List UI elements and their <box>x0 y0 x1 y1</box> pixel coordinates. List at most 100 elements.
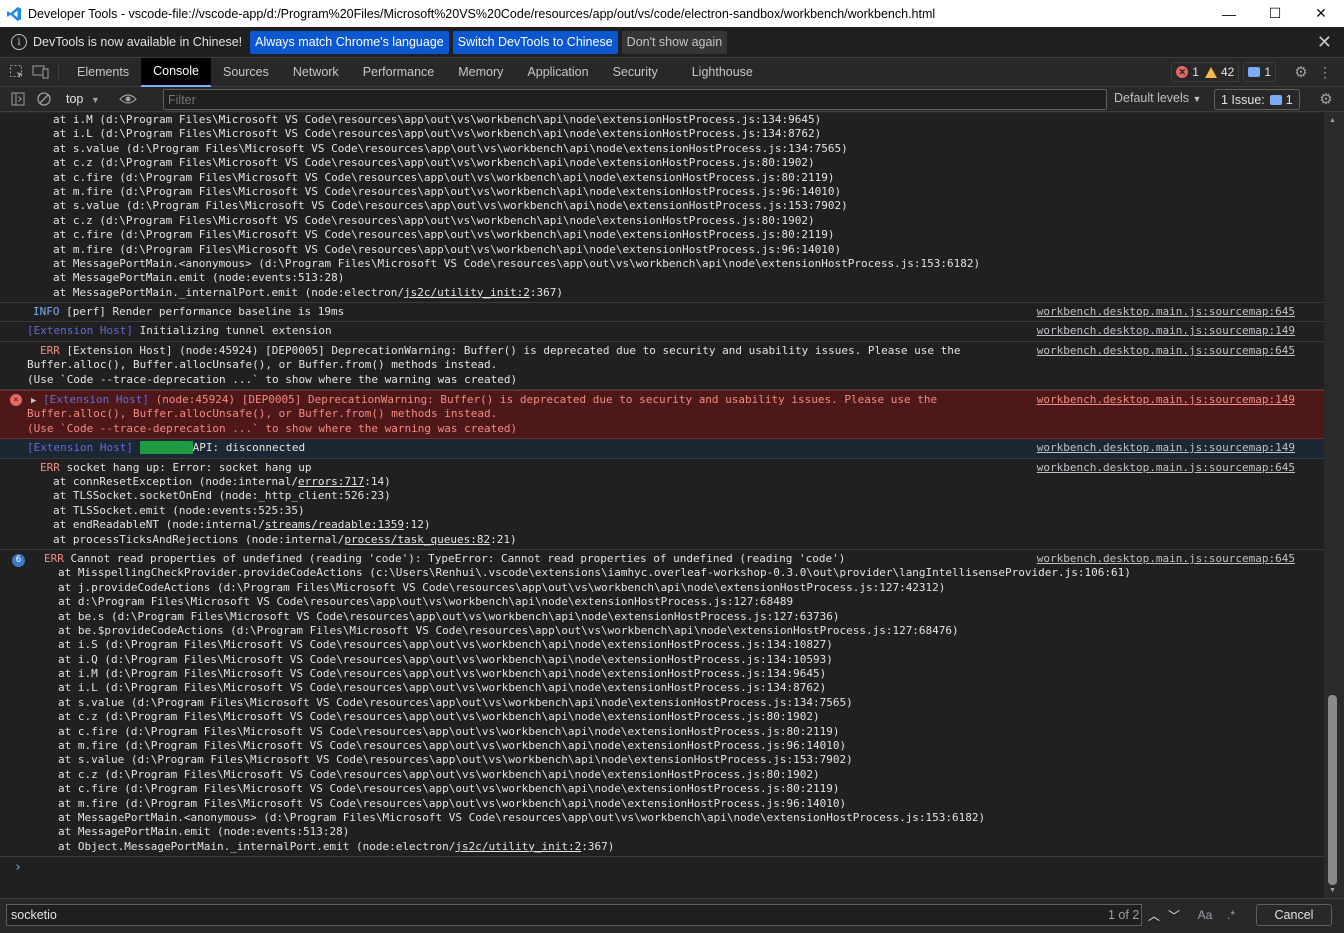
stack-line: at c.z (d:\Program Files\Microsoft VS Co… <box>53 156 815 170</box>
stack-line: at be.$provideCodeActions (d:\Program Fi… <box>58 623 959 637</box>
console-settings-gear-icon[interactable]: ⚙ <box>1316 89 1336 109</box>
minimize-button[interactable]: — <box>1206 0 1252 27</box>
stack-line: at m.fire (d:\Program Files\Microsoft VS… <box>53 184 842 198</box>
stack-line: at m.fire (d:\Program Files\Microsoft VS… <box>58 796 847 810</box>
info-icon: i <box>11 34 27 50</box>
source-link[interactable]: workbench.desktop.main.js:sourcemap:149 <box>1037 324 1295 337</box>
match-count: 1 of 2 <box>1108 908 1140 922</box>
extension-host-tag: [Extension Host] <box>43 393 150 407</box>
source-link[interactable]: workbench.desktop.main.js:sourcemap:149 <box>1037 441 1295 454</box>
window-close-button[interactable]: ✕ <box>1298 0 1344 27</box>
infobar-close-icon[interactable]: ✕ <box>1317 32 1332 53</box>
tab-elements[interactable]: Elements <box>65 58 141 87</box>
match-language-button[interactable]: Always match Chrome's language <box>250 30 449 54</box>
message-counter[interactable]: 1 <box>1243 62 1276 82</box>
error-count: 1 <box>1192 65 1199 79</box>
stack-link[interactable]: js2c/utility_init:2 <box>404 286 530 299</box>
source-link[interactable]: workbench.desktop.main.js:sourcemap:645 <box>1037 305 1295 318</box>
search-highlight: SocketIO <box>139 441 193 455</box>
console-toolbar: top ▼ Default levels ▼ 1 Issue: 1 ⚙ <box>0 87 1344 112</box>
source-link[interactable]: workbench.desktop.main.js:sourcemap:645 <box>1037 552 1295 565</box>
settings-gear-icon[interactable]: ⚙ <box>1290 61 1312 83</box>
socket-error-entry: ERR socket hang up: Error: socket hang u… <box>0 459 1324 550</box>
extension-host-tag: [Extension Host] <box>27 324 133 338</box>
source-link[interactable]: workbench.desktop.main.js:sourcemap:645 <box>1037 461 1295 474</box>
scroll-up-icon[interactable]: ▲ <box>1329 117 1336 124</box>
stack-line: at MessagePortMain._internalPort.emit (n… <box>53 285 563 299</box>
expand-triangle-icon[interactable]: ▶ <box>31 396 36 406</box>
stack-line: at i.Q (d:\Program Files\Microsoft VS Co… <box>58 652 833 666</box>
live-expression-eye-icon[interactable] <box>118 89 138 109</box>
err-tag: ERR <box>40 460 60 474</box>
info-entry: INFO [perf] Render performance baseline … <box>0 303 1324 323</box>
tab-performance[interactable]: Performance <box>351 58 447 87</box>
clear-console-icon[interactable] <box>34 89 54 109</box>
issues-label: 1 Issue: <box>1221 92 1265 107</box>
regex-button[interactable]: .* <box>1222 905 1240 925</box>
error-warning-counter[interactable]: ✕ 1 42 <box>1171 62 1240 82</box>
vscode-logo-icon <box>7 6 21 21</box>
err-tag: ERR <box>44 551 64 565</box>
infobar-message: DevTools is now available in Chinese! <box>33 35 243 49</box>
issue-icon <box>1269 94 1282 105</box>
tab-memory[interactable]: Memory <box>446 58 515 87</box>
language-infobar: i DevTools is now available in Chinese! … <box>0 27 1344 58</box>
stack-line: at endReadableNT (node:internal/streams/… <box>53 518 431 532</box>
console-prompt[interactable]: › <box>0 857 1324 879</box>
stack-line: at connResetException (node:internal/err… <box>53 474 391 488</box>
log-line: (Use `Code --trace-deprecation ...` to s… <box>27 421 518 435</box>
issues-button[interactable]: 1 Issue: 1 <box>1214 89 1300 110</box>
source-link[interactable]: workbench.desktop.main.js:sourcemap:149 <box>1037 393 1295 406</box>
stack-link[interactable]: js2c/utility_init:2 <box>455 840 581 853</box>
source-link[interactable]: workbench.desktop.main.js:sourcemap:645 <box>1037 344 1295 357</box>
next-match-icon[interactable]: ﹀ <box>1165 905 1183 925</box>
error-entry[interactable]: ✕ ▶ [Extension Host] (node:45924) [DEP00… <box>0 390 1324 440</box>
error-icon: ✕ <box>10 394 22 407</box>
warning-count: 42 <box>1220 65 1235 79</box>
log-levels-dropdown[interactable]: Default levels ▼ <box>1114 91 1201 105</box>
stack-line: at TLSSocket.socketOnEnd (node:_http_cli… <box>53 489 391 503</box>
context-selector[interactable]: top ▼ <box>66 92 100 106</box>
log-line: Buffer.alloc(), Buffer.allocUnsafe(), or… <box>27 358 498 372</box>
tab-lighthouse[interactable]: Lighthouse <box>680 58 765 87</box>
cancel-search-button[interactable]: Cancel <box>1256 904 1332 926</box>
log-levels-label: Default levels <box>1114 91 1190 105</box>
stack-line: at c.z (d:\Program Files\Microsoft VS Co… <box>58 710 820 724</box>
switch-language-button[interactable]: Switch DevTools to Chinese <box>452 30 618 54</box>
stack-line: at Object.MessagePortMain._internalPort.… <box>58 839 615 853</box>
scroll-down-icon[interactable]: ▼ <box>1329 887 1336 894</box>
stack-line: at d:\Program Files\Microsoft VS Code\re… <box>58 595 794 609</box>
console-output[interactable]: at i.M (d:\Program Files\Microsoft VS Co… <box>0 113 1324 898</box>
console-scrollbar[interactable]: ▲ ▼ <box>1324 113 1344 898</box>
tab-application[interactable]: Application <box>515 58 600 87</box>
stack-line: at s.value (d:\Program Files\Microsoft V… <box>58 753 853 767</box>
tab-security[interactable]: Security <box>601 58 670 87</box>
maximize-button[interactable]: ☐ <box>1252 0 1298 27</box>
stack-line: at m.fire (d:\Program Files\Microsoft VS… <box>53 242 842 256</box>
tab-console[interactable]: Console <box>141 57 211 87</box>
stack-line: at m.fire (d:\Program Files\Microsoft VS… <box>58 739 847 753</box>
match-case-button[interactable]: Aa <box>1194 905 1216 925</box>
window-titlebar: Developer Tools - vscode-file://vscode-a… <box>0 0 1344 27</box>
stack-link[interactable]: errors:717 <box>298 475 364 488</box>
context-label: top <box>66 92 84 106</box>
previous-match-icon[interactable]: ︿ <box>1145 905 1163 925</box>
stack-line: at i.M (d:\Program Files\Microsoft VS Co… <box>58 667 827 681</box>
stack-link[interactable]: streams/readable:1359 <box>265 518 404 531</box>
scrollbar-thumb[interactable] <box>1328 695 1337 885</box>
stack-line: at c.fire (d:\Program Files\Microsoft VS… <box>53 170 835 184</box>
filter-input[interactable] <box>163 89 1107 110</box>
inspect-element-icon[interactable] <box>6 61 28 83</box>
device-toolbar-icon[interactable] <box>30 61 52 83</box>
stack-line: at TLSSocket.emit (node:events:525:35) <box>53 503 305 517</box>
stack-link[interactable]: process/task_queues:82 <box>344 533 490 546</box>
sidebar-toggle-icon[interactable] <box>8 89 28 109</box>
tab-sources[interactable]: Sources <box>211 58 281 87</box>
dont-show-again-button[interactable]: Don't show again <box>621 30 728 54</box>
stack-line: at processTicksAndRejections (node:inter… <box>53 532 517 546</box>
stack-line: at MessagePortMain.emit (node:events:513… <box>53 271 345 285</box>
issues-count: 1 <box>1285 92 1293 107</box>
more-options-icon[interactable]: ⋮ <box>1314 61 1336 83</box>
tab-network[interactable]: Network <box>281 58 351 87</box>
search-input[interactable] <box>6 904 1142 926</box>
